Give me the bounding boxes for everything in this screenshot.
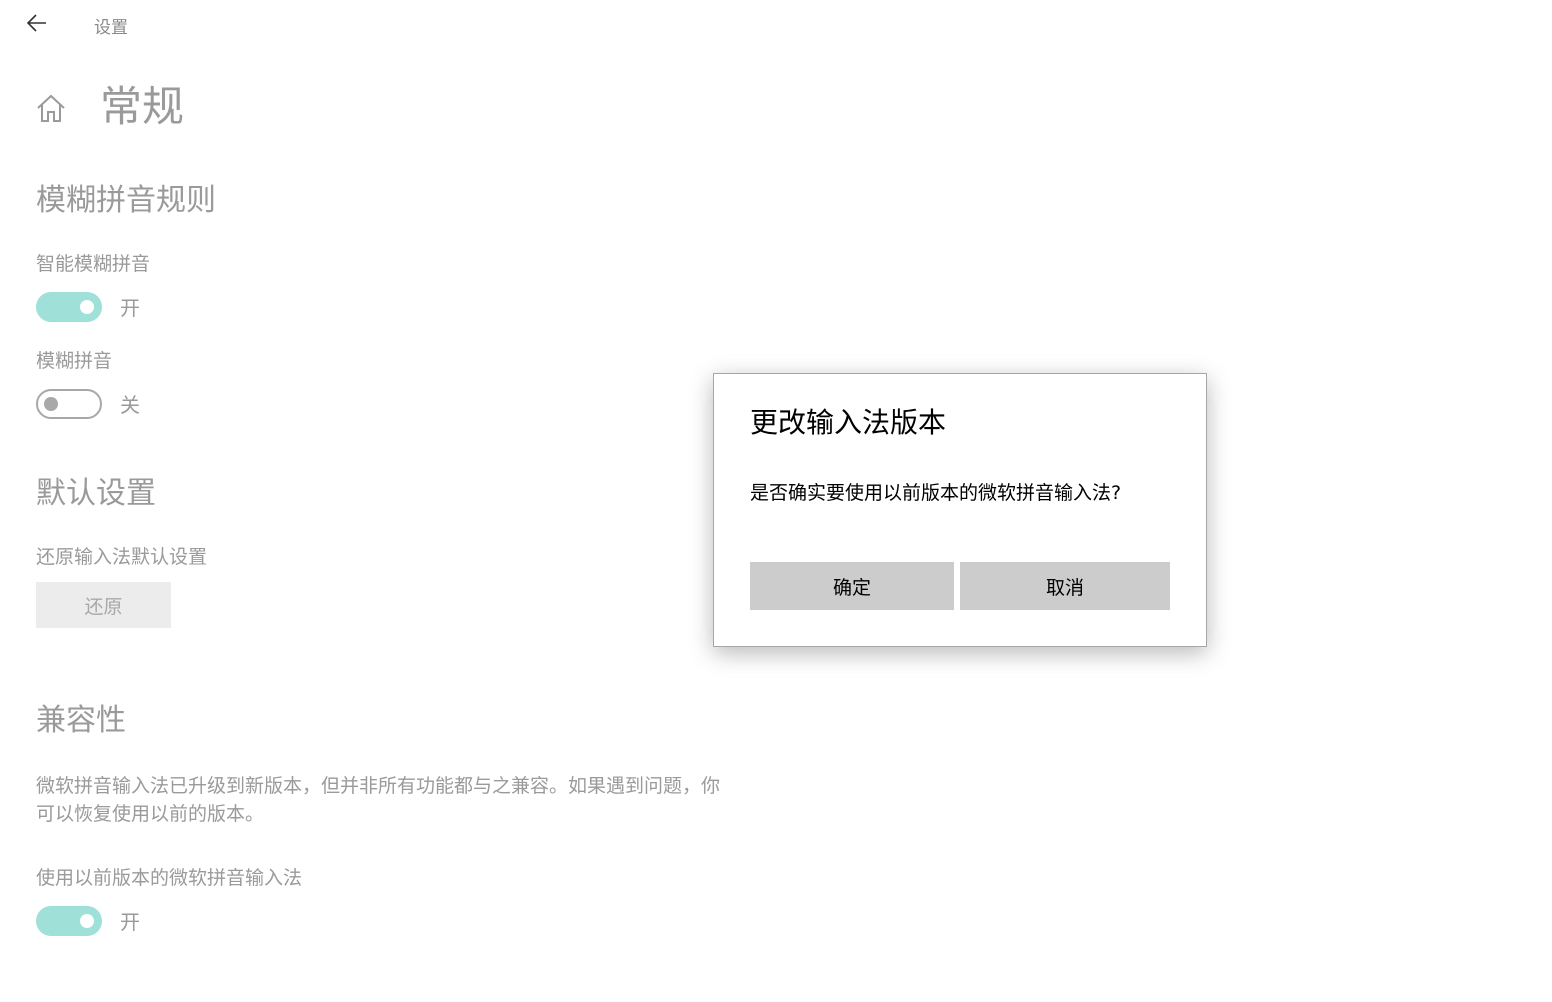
toggle-knob [80, 300, 94, 314]
page-title: 常规 [100, 82, 185, 131]
smart-fuzzy-state: 开 [120, 296, 140, 320]
legacy-ime-state: 开 [120, 910, 140, 934]
compat-heading: 兼容性 [36, 703, 126, 738]
fuzzy-rules-heading: 模糊拼音规则 [36, 183, 216, 218]
defaults-heading: 默认设置 [36, 476, 156, 511]
dialog-message: 是否确实要使用以前版本的微软拼音输入法? [750, 482, 1122, 504]
home-icon[interactable] [34, 91, 68, 125]
restore-defaults-label: 还原输入法默认设置 [36, 546, 208, 568]
restore-button[interactable]: 还原 [36, 582, 171, 628]
legacy-ime-toggle[interactable] [36, 906, 102, 936]
smart-fuzzy-label: 智能模糊拼音 [36, 253, 151, 275]
window-title: 设置 [94, 18, 128, 38]
change-ime-version-dialog: 更改输入法版本 是否确实要使用以前版本的微软拼音输入法? 确定 取消 [713, 373, 1207, 647]
fuzzy-label: 模糊拼音 [36, 350, 113, 372]
arrow-left-icon [27, 14, 46, 32]
back-button[interactable] [20, 6, 54, 40]
legacy-ime-label: 使用以前版本的微软拼音输入法 [36, 867, 303, 889]
cancel-button[interactable]: 取消 [960, 562, 1170, 610]
smart-fuzzy-toggle[interactable] [36, 292, 102, 322]
toggle-knob [80, 914, 94, 928]
confirm-button[interactable]: 确定 [750, 562, 954, 610]
settings-page: 设置 常规 模糊拼音规则 智能模糊拼音 开 模糊拼音 关 默认设置 还原输入法默… [0, 0, 1552, 1002]
dialog-title: 更改输入法版本 [750, 406, 947, 439]
fuzzy-toggle[interactable] [36, 389, 102, 419]
compat-description: 微软拼音输入法已升级到新版本，但并非所有功能都与之兼容。如果遇到问题，你可以恢复… [36, 775, 721, 825]
fuzzy-state: 关 [120, 393, 140, 417]
toggle-knob [44, 397, 58, 411]
